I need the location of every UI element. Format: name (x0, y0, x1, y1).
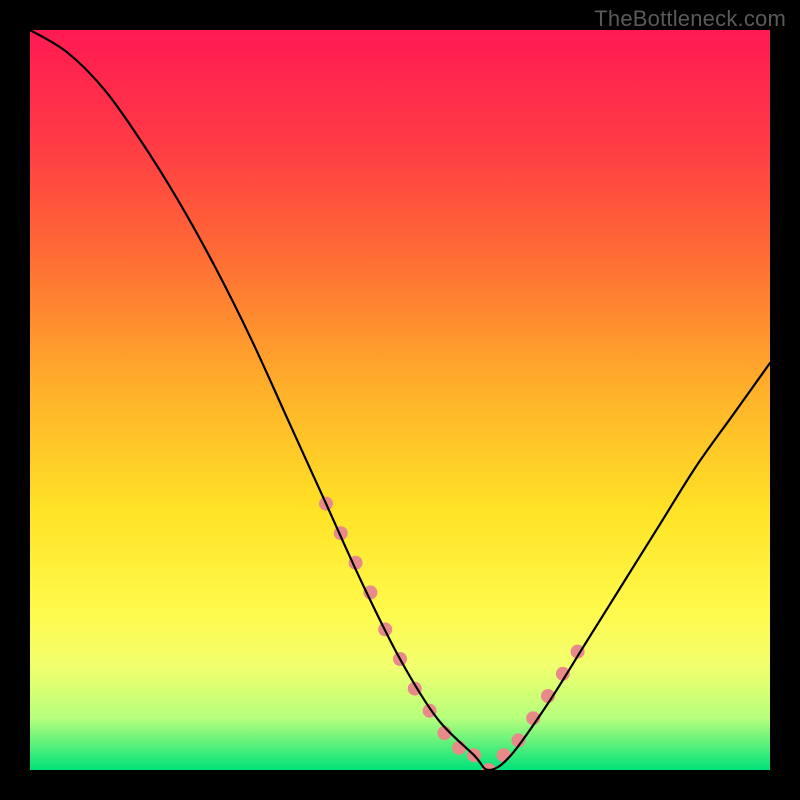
bottleneck-curve (30, 30, 770, 770)
plot-area (30, 30, 770, 770)
highlight-point (497, 748, 511, 762)
chart-frame: TheBottleneck.com (0, 0, 800, 800)
watermark-text: TheBottleneck.com (594, 6, 786, 32)
highlight-points (319, 497, 585, 770)
chart-svg (30, 30, 770, 770)
